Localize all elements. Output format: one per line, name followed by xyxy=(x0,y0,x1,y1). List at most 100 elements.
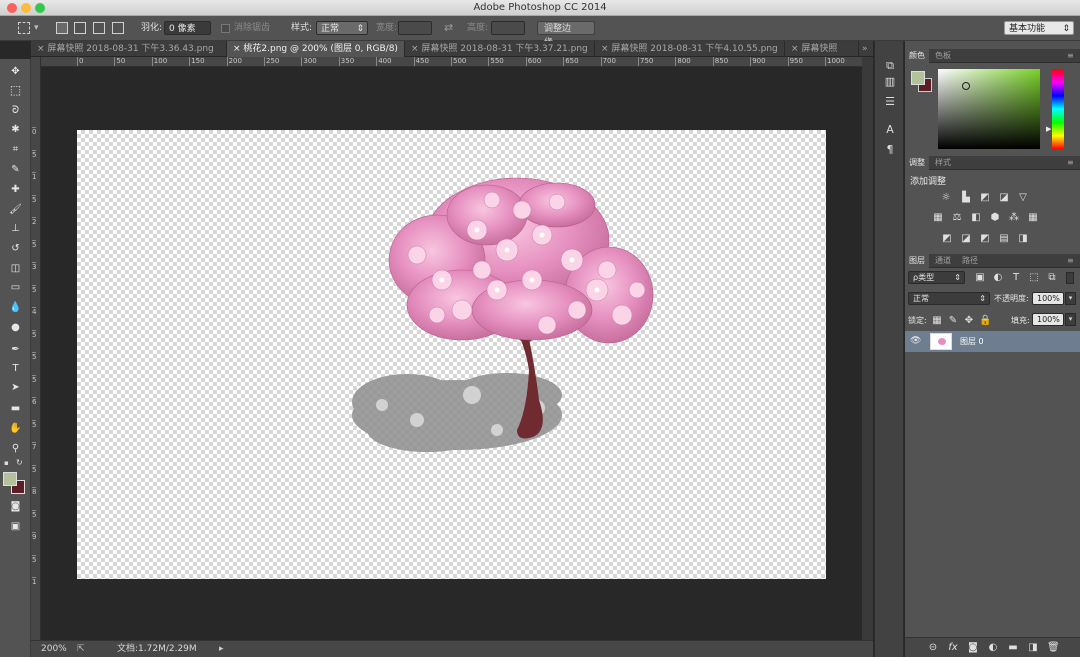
swap-dimensions-icon[interactable]: ⇄ xyxy=(444,21,453,35)
layer-filter-select[interactable]: ρ类型 ⇕ xyxy=(908,271,965,284)
rectangle-tool-icon[interactable]: ▬ xyxy=(7,401,24,416)
add-selection-icon[interactable] xyxy=(74,22,86,34)
antialias-checkbox[interactable] xyxy=(221,24,230,33)
tab-paths[interactable]: 路径 xyxy=(958,254,982,268)
default-colors-icon[interactable]: ▪ xyxy=(4,459,12,467)
exposure-icon[interactable]: ◪ xyxy=(998,192,1010,203)
hue-saturation-icon[interactable]: ▦ xyxy=(932,212,944,223)
close-icon[interactable]: × xyxy=(601,44,611,54)
eraser-tool-icon[interactable]: ◫ xyxy=(7,261,24,276)
posterize-icon[interactable]: ◪ xyxy=(960,233,972,244)
lock-position-icon[interactable]: ✥ xyxy=(963,315,975,326)
lock-image-icon[interactable]: ✎ xyxy=(947,315,959,326)
close-icon[interactable]: × xyxy=(233,44,243,54)
properties-icon[interactable]: ☰ xyxy=(883,95,897,109)
swap-colors-icon[interactable]: ↻ xyxy=(16,458,26,467)
zoom-tool-icon[interactable]: ⚲ xyxy=(7,441,24,456)
status-menu-icon[interactable]: ▸ xyxy=(219,641,224,657)
tab-styles[interactable]: 样式 xyxy=(931,156,955,170)
minimize-window-button[interactable] xyxy=(21,3,31,13)
invert-icon[interactable]: ◩ xyxy=(941,233,953,244)
channel-mixer-icon[interactable]: ⁂ xyxy=(1008,212,1020,223)
refine-edge-button[interactable]: 调整边缘... xyxy=(537,21,595,48)
color-picker-handle[interactable] xyxy=(962,82,970,90)
width-input[interactable] xyxy=(398,21,432,35)
link-layers-icon[interactable]: ⊝ xyxy=(927,642,939,653)
close-window-button[interactable] xyxy=(7,3,17,13)
tab-screenshot-4[interactable]: × 屏幕快照 xyxy=(785,41,859,57)
history-icon[interactable]: ⧉ xyxy=(883,59,897,73)
vertical-scrollbar[interactable] xyxy=(862,57,873,640)
type-tool-icon[interactable]: T xyxy=(7,361,24,376)
hand-tool-icon[interactable]: ✋ xyxy=(7,421,24,436)
filter-pixel-icon[interactable]: ▣ xyxy=(974,272,986,283)
blur-tool-icon[interactable]: 💧 xyxy=(7,300,24,315)
black-white-icon[interactable]: ◧ xyxy=(970,212,982,223)
hue-slider-handle-icon[interactable]: ▶ xyxy=(1046,125,1051,133)
new-selection-icon[interactable] xyxy=(56,22,68,34)
style-select[interactable]: 正常 ⇕ xyxy=(316,21,368,35)
fill-dropdown-icon[interactable]: ▾ xyxy=(1065,313,1076,326)
photo-filter-icon[interactable]: ⬢ xyxy=(989,212,1001,223)
panel-menu-icon[interactable]: ≡ xyxy=(1063,254,1078,268)
layer-name[interactable]: 图层 0 xyxy=(960,336,984,347)
tab-swatches[interactable]: 色板 xyxy=(931,49,955,63)
filter-type-icon[interactable]: T xyxy=(1010,272,1022,283)
tab-adjustments[interactable]: 调整 xyxy=(905,156,929,170)
zoom-window-button[interactable] xyxy=(35,3,45,13)
gradient-tool-icon[interactable]: ▭ xyxy=(7,280,24,295)
more-tabs-icon[interactable]: » xyxy=(859,41,873,57)
filter-smart-object-icon[interactable]: ⧉ xyxy=(1046,272,1058,283)
workspace-select[interactable]: 基本功能 ⇕ xyxy=(1004,21,1074,35)
tab-screenshot-3[interactable]: × 屏幕快照 2018-08-31 下午4.10.55.png xyxy=(595,41,785,57)
spot-healing-tool-icon[interactable]: ✚ xyxy=(7,182,24,197)
opacity-dropdown-icon[interactable]: ▾ xyxy=(1065,292,1076,305)
histogram-icon[interactable]: ▥ xyxy=(883,75,897,89)
close-icon[interactable]: × xyxy=(37,44,47,54)
marquee-tool-icon[interactable]: ⬚ xyxy=(7,83,24,98)
new-group-icon[interactable]: ▬ xyxy=(1007,642,1019,653)
eyedropper-tool-icon[interactable]: ✎ xyxy=(7,162,24,177)
quick-selection-tool-icon[interactable]: ✱ xyxy=(7,122,24,137)
lasso-tool-icon[interactable]: ᘐ xyxy=(7,103,24,118)
tab-screenshot-2[interactable]: × 屏幕快照 2018-08-31 下午3.37.21.png xyxy=(405,41,595,57)
intersect-selection-icon[interactable] xyxy=(112,22,124,34)
blend-mode-select[interactable]: 正常 ⇕ xyxy=(908,292,990,305)
tab-screenshot-1[interactable]: × 屏幕快照 2018-08-31 下午3.36.43.png xyxy=(31,41,227,57)
lock-transparent-icon[interactable]: ▦ xyxy=(931,315,943,326)
crop-tool-icon[interactable]: ⌗ xyxy=(7,142,24,157)
layer-row[interactable]: 👁 图层 0 xyxy=(905,331,1080,352)
fill-input[interactable]: 100% xyxy=(1032,313,1064,326)
threshold-icon[interactable]: ◩ xyxy=(979,233,991,244)
tab-taohua2[interactable]: × 桃花2.png @ 200% (图层 0, RGB/8) xyxy=(227,41,405,57)
foreground-color-swatch[interactable] xyxy=(3,472,17,486)
marquee-tool-preset-icon[interactable] xyxy=(18,22,30,34)
tab-color[interactable]: 颜色 xyxy=(905,49,929,63)
lock-all-icon[interactable]: 🔒 xyxy=(979,315,991,326)
move-tool-icon[interactable]: ✥ xyxy=(7,64,24,79)
document-canvas[interactable] xyxy=(77,130,826,579)
visibility-eye-icon[interactable]: 👁 xyxy=(910,336,921,346)
screen-mode-icon[interactable]: ▣ xyxy=(7,519,24,534)
color-field[interactable] xyxy=(938,69,1040,149)
opacity-input[interactable]: 100% xyxy=(1032,292,1064,305)
subtract-selection-icon[interactable] xyxy=(93,22,105,34)
paragraph-icon[interactable]: ¶ xyxy=(883,143,897,157)
filter-toggle[interactable] xyxy=(1066,272,1074,284)
brightness-contrast-icon[interactable]: ☼ xyxy=(940,192,952,203)
tab-layers[interactable]: 图层 xyxy=(905,254,929,268)
dodge-tool-icon[interactable]: ● xyxy=(7,320,24,335)
layer-style-icon[interactable]: fx xyxy=(947,642,959,653)
close-icon[interactable]: × xyxy=(791,44,801,54)
new-layer-icon[interactable]: ◨ xyxy=(1027,642,1039,653)
preset-dropdown-icon[interactable]: ▾ xyxy=(34,21,39,35)
clone-stamp-tool-icon[interactable]: ⊥ xyxy=(7,221,24,236)
hue-slider[interactable] xyxy=(1052,69,1064,149)
feather-input[interactable]: 0 像素 xyxy=(164,21,211,35)
path-selection-tool-icon[interactable]: ➤ xyxy=(7,380,24,395)
character-icon[interactable]: A xyxy=(883,123,897,137)
filter-adjustment-icon[interactable]: ◐ xyxy=(992,272,1004,283)
gradient-map-icon[interactable]: ▤ xyxy=(998,233,1010,244)
selective-color-icon[interactable]: ◨ xyxy=(1017,233,1029,244)
pen-tool-icon[interactable]: ✒ xyxy=(7,342,24,357)
